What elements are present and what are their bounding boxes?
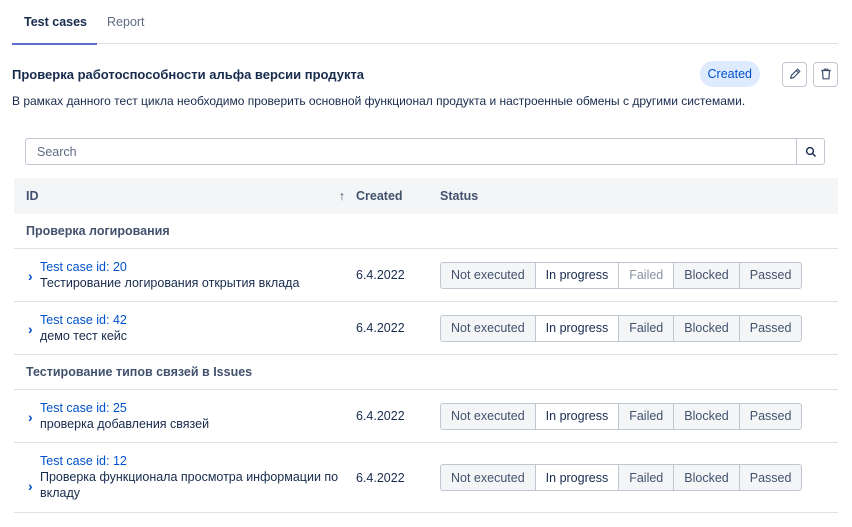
table-header: ID ↑ Created Status [14, 178, 838, 214]
status-in-progress-button[interactable]: In progress [535, 261, 620, 289]
case-created: 6.4.2022 [356, 268, 405, 282]
tab-bar: Test cases Report [12, 0, 838, 45]
search-box [25, 138, 825, 165]
group-row: Проверка логирования [14, 214, 838, 249]
case-created: 6.4.2022 [356, 409, 405, 423]
edit-button[interactable] [782, 61, 807, 87]
tab-report[interactable]: Report [97, 0, 155, 44]
status-passed-button[interactable]: Passed [739, 402, 803, 430]
description: В рамках данного тест цикла необходимо п… [12, 94, 746, 108]
column-header-created[interactable]: Created [345, 189, 429, 203]
column-header-status: Status [440, 189, 479, 203]
status-passed-button[interactable]: Passed [739, 314, 803, 342]
table-row: › Test case id: 12 Проверка функционала … [14, 443, 838, 513]
status-not-executed-button[interactable]: Not executed [440, 261, 536, 289]
case-description: демо тест кейс [40, 328, 128, 343]
test-cases-table: ID ↑ Created Status Проверка логирования… [14, 178, 838, 513]
chevron-right-icon[interactable]: › [28, 321, 33, 337]
status-passed-button[interactable]: Passed [739, 464, 803, 491]
status-not-executed-button[interactable]: Not executed [440, 314, 536, 342]
trash-icon [820, 68, 831, 80]
search-icon [805, 146, 816, 157]
table-row: › Test case id: 20 Тестирование логирова… [14, 249, 838, 302]
delete-button[interactable] [813, 61, 838, 87]
case-info: › Test case id: 42 демо тест кейс [14, 313, 345, 344]
chevron-right-icon[interactable]: › [28, 268, 33, 284]
status-in-progress-button[interactable]: In progress [535, 464, 620, 491]
search-button[interactable] [796, 139, 824, 164]
status-not-executed-button[interactable]: Not executed [440, 402, 536, 430]
pencil-icon [789, 68, 800, 79]
table-row: › Test case id: 25 проверка добавления с… [14, 390, 838, 443]
tab-test-cases[interactable]: Test cases [12, 0, 98, 45]
table-row: › Test case id: 42 демо тест кейс 6.4.20… [14, 302, 838, 355]
status-button-group: Not executed In progress Failed Blocked … [440, 464, 803, 491]
case-id-link[interactable]: Test case id: 12 [40, 454, 345, 469]
case-id-link[interactable]: Test case id: 25 [40, 401, 345, 416]
status-failed-button[interactable]: Failed [619, 402, 675, 430]
case-info: › Test case id: 25 проверка добавления с… [14, 401, 345, 432]
page-title: Проверка работоспособности альфа версии … [12, 66, 365, 82]
case-description: Тестирование логирования открытия вклада [40, 275, 300, 290]
case-info: › Test case id: 20 Тестирование логирова… [14, 260, 345, 291]
status-blocked-button[interactable]: Blocked [674, 402, 740, 430]
case-description: Проверка функционала просмотра информаци… [40, 470, 339, 500]
case-created: 6.4.2022 [356, 321, 405, 335]
status-passed-button[interactable]: Passed [739, 261, 803, 289]
case-id-link[interactable]: Test case id: 42 [40, 313, 345, 328]
chevron-right-icon[interactable]: › [28, 478, 33, 494]
status-button-group: Not executed In progress Failed Blocked … [440, 402, 803, 430]
status-blocked-button[interactable]: Blocked [674, 314, 740, 342]
status-blocked-button[interactable]: Blocked [674, 261, 740, 289]
group-row: Тестирование типов связей в Issues [14, 355, 838, 390]
status-in-progress-button[interactable]: In progress [535, 402, 620, 430]
status-button-group: Not executed In progress Failed Blocked … [440, 314, 803, 342]
case-id-link[interactable]: Test case id: 20 [40, 260, 345, 275]
column-header-id[interactable]: ID ↑ [14, 189, 345, 203]
status-failed-button[interactable]: Failed [619, 314, 675, 342]
status-failed-button[interactable]: Failed [619, 261, 675, 289]
status-in-progress-button[interactable]: In progress [535, 314, 620, 342]
status-failed-button[interactable]: Failed [619, 464, 675, 491]
search-input[interactable] [26, 139, 796, 164]
status-badge: Created [699, 61, 760, 87]
status-blocked-button[interactable]: Blocked [674, 464, 740, 491]
title-row: Проверка работоспособности альфа версии … [12, 60, 838, 88]
status-not-executed-button[interactable]: Not executed [440, 464, 536, 491]
case-description: проверка добавления связей [40, 416, 210, 431]
case-created: 6.4.2022 [356, 470, 405, 485]
case-info: › Test case id: 12 Проверка функционала … [14, 454, 345, 501]
chevron-right-icon[interactable]: › [28, 409, 33, 425]
status-button-group: Not executed In progress Failed Blocked … [440, 261, 803, 289]
